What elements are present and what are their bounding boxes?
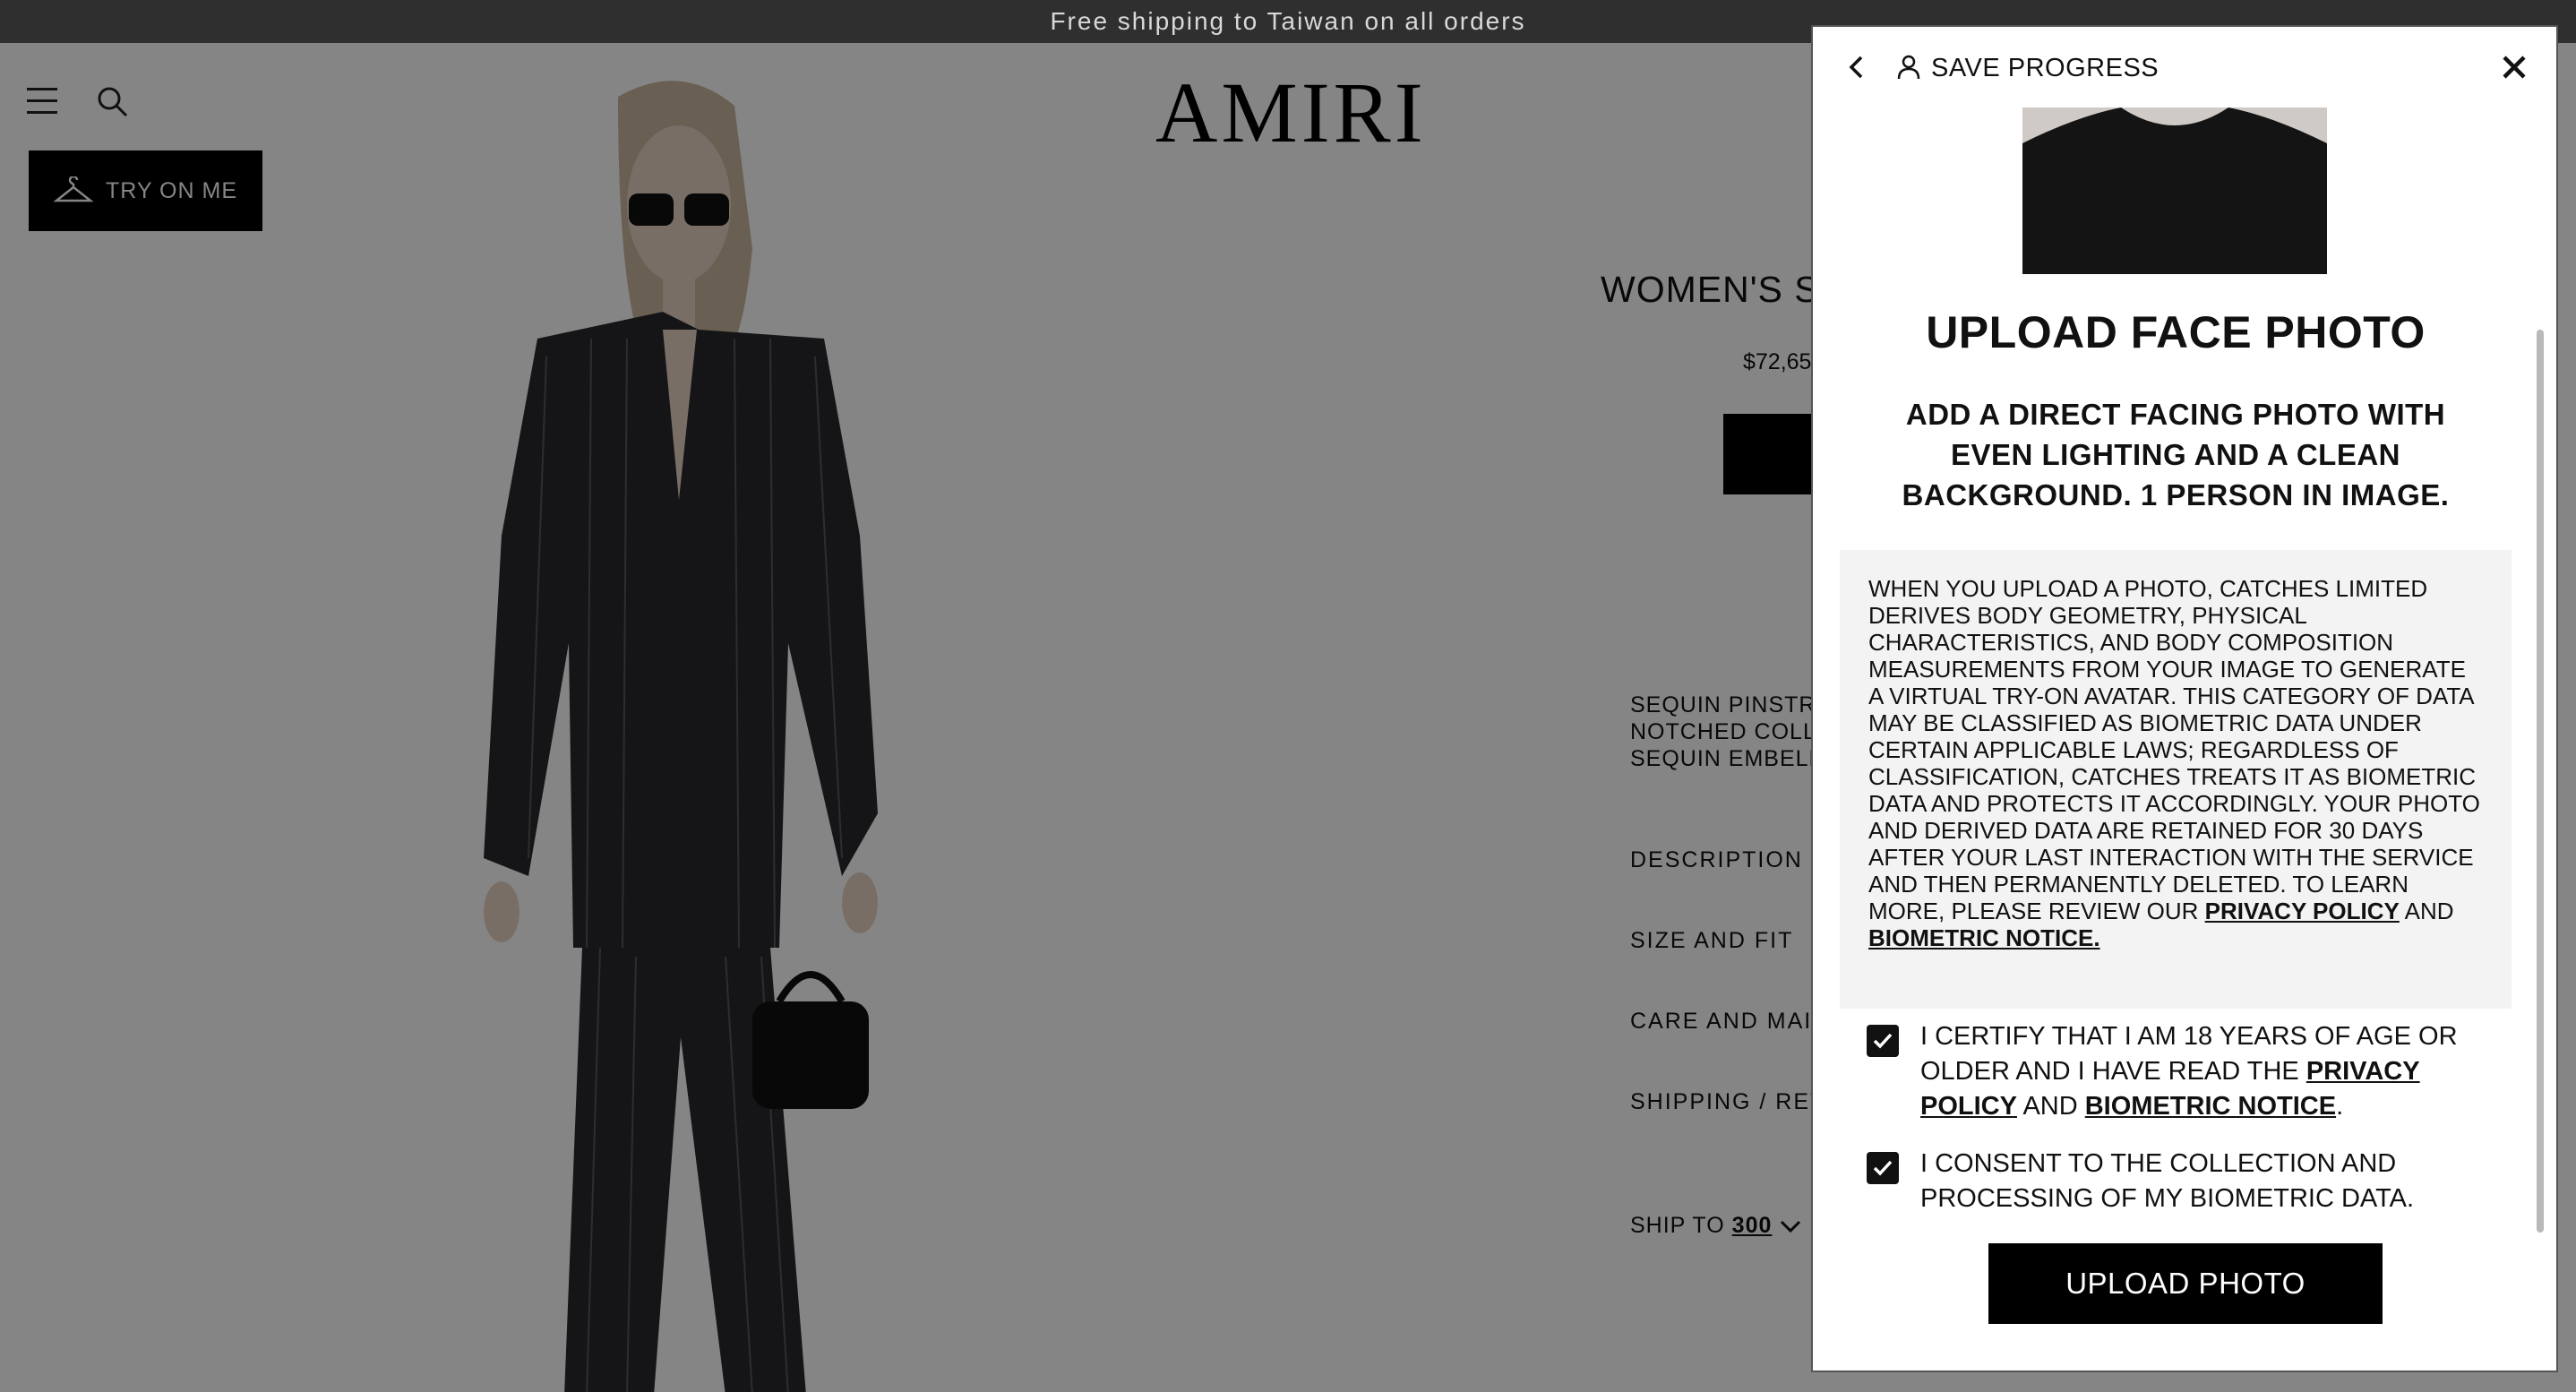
certify-period: . <box>2336 1092 2344 1121</box>
checkmark-icon <box>1873 1033 1893 1049</box>
modal-title: UPLOAD FACE PHOTO <box>1926 307 2426 357</box>
consent-row: I CONSENT TO THE COLLECTION AND PROCESSI… <box>1867 1147 2494 1216</box>
certify-label: I CERTIFY THAT I AM 18 YEARS OF AGE OR O… <box>1920 1019 2494 1124</box>
upload-photo-button[interactable]: UPLOAD PHOTO <box>1988 1243 2383 1324</box>
example-face-photo <box>2022 107 2327 274</box>
biometric-notice-text: WHEN YOU UPLOAD A PHOTO, CATCHES LIMITED… <box>1840 550 2512 1009</box>
save-progress-link[interactable]: SAVE PROGRESS <box>1931 54 2159 83</box>
checkmark-icon <box>1873 1160 1893 1176</box>
certify-biometric-notice-link[interactable]: BIOMETRIC NOTICE <box>2085 1092 2336 1121</box>
consent-label: I CONSENT TO THE COLLECTION AND PROCESSI… <box>1920 1149 2415 1213</box>
modal-instructions: ADD A DIRECT FACING PHOTO WITH EVEN LIGH… <box>1902 398 2450 511</box>
notice-body: WHEN YOU UPLOAD A PHOTO, CATCHES LIMITED… <box>1868 575 2480 924</box>
notice-and: AND <box>2404 898 2454 924</box>
certify-checkbox[interactable] <box>1867 1025 1899 1057</box>
back-icon[interactable] <box>1843 54 1870 81</box>
user-icon <box>1895 54 1922 81</box>
upload-face-photo-modal: SAVE PROGRESS UPLOAD FACE PHOTO ADD A DI… <box>1811 25 2558 1372</box>
certify-and: AND <box>2022 1092 2078 1121</box>
close-icon[interactable] <box>2499 52 2529 82</box>
modal-scrollbar[interactable] <box>2537 330 2544 1233</box>
certify-row: I CERTIFY THAT I AM 18 YEARS OF AGE OR O… <box>1867 1019 2494 1124</box>
modal-header: SAVE PROGRESS <box>1813 27 2556 107</box>
consent-checkbox[interactable] <box>1867 1152 1899 1184</box>
biometric-notice-link[interactable]: BIOMETRIC NOTICE. <box>1868 924 2100 951</box>
privacy-policy-link[interactable]: PRIVACY POLICY <box>2205 898 2400 924</box>
